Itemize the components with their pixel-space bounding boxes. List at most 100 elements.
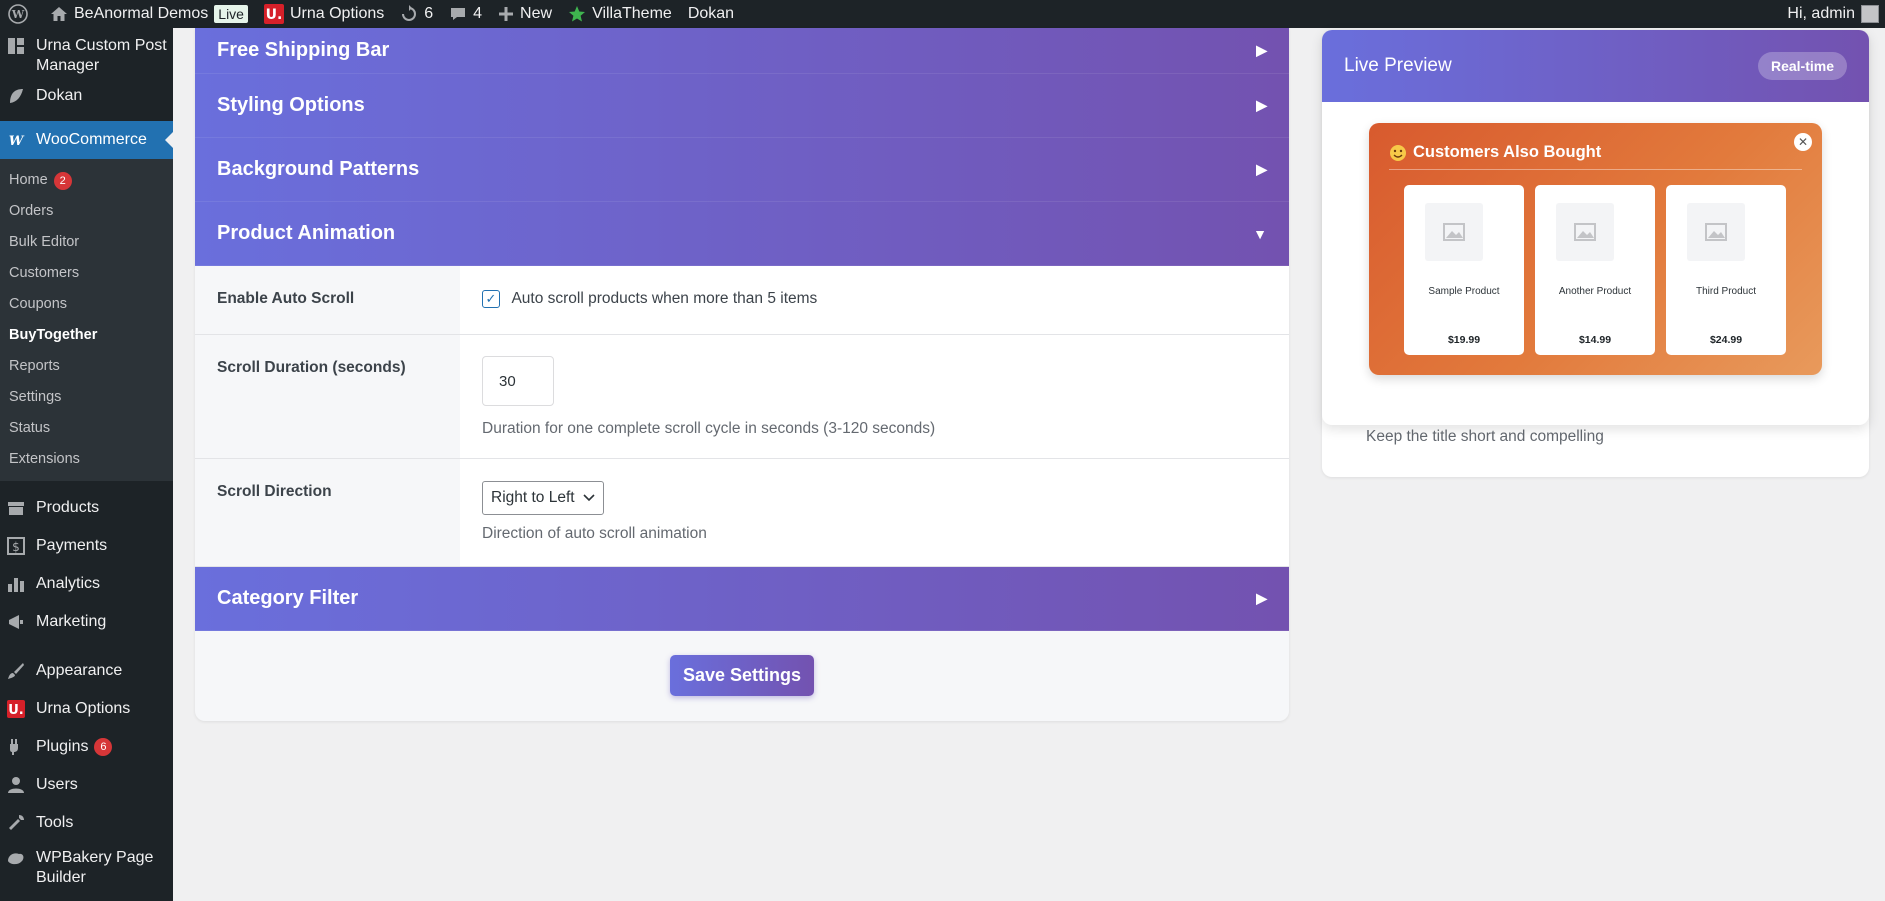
- sidebar-item-label: Products: [36, 499, 100, 516]
- submenu-item-home[interactable]: Home 2: [0, 165, 173, 196]
- title-tip: Keep the title short and compelling: [1366, 428, 1604, 445]
- sidebar-item-label: Analytics: [36, 575, 101, 592]
- sidebar-item-urna-options[interactable]: U. Urna Options: [0, 690, 173, 728]
- villatheme-label: VillaTheme: [592, 5, 672, 22]
- product-name: Sample Product: [1428, 286, 1500, 297]
- field-description: Direction of auto scroll animation: [482, 525, 707, 542]
- star-icon: [568, 5, 586, 23]
- submenu-item-settings[interactable]: Settings: [0, 382, 173, 413]
- submenu-item-coupons[interactable]: Coupons: [0, 289, 173, 320]
- updates-menu[interactable]: 6: [392, 0, 441, 28]
- product-price: $24.99: [1709, 334, 1743, 346]
- megaphone-icon: [6, 612, 26, 632]
- dokan-menu[interactable]: Dokan: [680, 0, 742, 28]
- submenu-label: BuyTogether: [9, 327, 98, 343]
- svg-text:W: W: [9, 134, 25, 147]
- sidebar-item-woocommerce[interactable]: W WooCommerce: [0, 121, 174, 159]
- submenu-item-bulk-editor[interactable]: Bulk Editor: [0, 227, 173, 258]
- submenu-item-status[interactable]: Status: [0, 413, 173, 444]
- chevron-down-icon: [583, 489, 595, 507]
- auto-scroll-checkbox[interactable]: ✓: [482, 290, 500, 308]
- popup-title-text: Customers Also Bought: [1413, 143, 1602, 161]
- triangle-right-icon: ▶: [1256, 161, 1267, 177]
- submenu-item-orders[interactable]: Orders: [0, 196, 173, 227]
- plus-icon: [498, 6, 514, 22]
- sidebar-item-plugins[interactable]: Plugins 6: [0, 728, 173, 766]
- sidebar-item-urna-custom-post-manager[interactable]: Urna Custom Post Manager: [0, 28, 173, 78]
- submenu-item-reports[interactable]: Reports: [0, 351, 173, 382]
- urna-icon: U.: [6, 699, 26, 719]
- sidebar-item-appearance[interactable]: Appearance: [0, 652, 173, 690]
- section-header-product-animation[interactable]: Product Animation ▼: [195, 202, 1289, 266]
- section-header-background-patterns[interactable]: Background Patterns ▶: [195, 138, 1289, 202]
- new-content-menu[interactable]: New: [490, 0, 560, 28]
- my-account-menu[interactable]: Hi, admin: [1787, 5, 1885, 23]
- section-title: Styling Options: [217, 94, 365, 116]
- popup-divider: [1389, 169, 1802, 170]
- account-greeting: Hi, admin: [1787, 5, 1855, 22]
- user-icon: [6, 775, 26, 795]
- setting-field: Right to Left Direction of auto scroll a…: [460, 459, 1289, 566]
- section-header-free-shipping-bar[interactable]: Free Shipping Bar ▶: [195, 28, 1289, 74]
- setting-field: ✓ Auto scroll products when more than 5 …: [460, 266, 1289, 334]
- popup-title: Customers Also Bought: [1389, 143, 1601, 162]
- setting-row-scroll-duration: Scroll Duration (seconds) 30 Duration fo…: [195, 335, 1289, 459]
- live-badge: Live: [214, 5, 248, 23]
- sidebar-item-marketing[interactable]: Marketing: [0, 603, 173, 641]
- sidebar-item-payments[interactable]: $ Payments: [0, 527, 173, 565]
- section-header-styling-options[interactable]: Styling Options ▶: [195, 74, 1289, 138]
- submenu-label: Reports: [9, 358, 60, 374]
- product-card[interactable]: Sample Product $19.99: [1404, 185, 1524, 355]
- submenu-item-customers[interactable]: Customers: [0, 258, 173, 289]
- submenu-label: Status: [9, 420, 51, 436]
- sidebar-item-products[interactable]: Products: [0, 489, 173, 527]
- triangle-right-icon: ▶: [1256, 97, 1267, 113]
- submenu-item-extensions[interactable]: Extensions: [0, 444, 173, 475]
- close-icon[interactable]: ✕: [1794, 133, 1812, 151]
- site-name-menu[interactable]: BeAnormal Demos Live: [42, 0, 256, 28]
- sidebar-item-dokan[interactable]: Dokan: [0, 78, 173, 118]
- scroll-direction-select[interactable]: Right to Left: [482, 481, 604, 515]
- submenu-item-buytogether[interactable]: BuyTogether: [0, 320, 173, 351]
- paintbrush-icon: [6, 661, 26, 681]
- sidebar-item-tools[interactable]: Tools: [0, 804, 173, 842]
- product-card[interactable]: Third Product $24.99: [1666, 185, 1786, 355]
- product-cards: Sample Product $19.99 Another Product $1…: [1404, 185, 1786, 355]
- sidebar-item-analytics[interactable]: Analytics: [0, 565, 173, 603]
- comments-count: 4: [473, 5, 483, 22]
- image-placeholder-icon: [1425, 203, 1483, 261]
- save-settings-button[interactable]: Save Settings: [669, 655, 815, 696]
- home-icon: [50, 5, 68, 23]
- popup-preview: Customers Also Bought ✕ Sample Product $…: [1369, 123, 1822, 375]
- urna-icon: U.: [263, 4, 284, 24]
- sidebar-item-label: Users: [36, 776, 78, 793]
- sidebar-item-label: WPBakery Page Builder: [36, 849, 154, 886]
- wordpress-icon: W: [8, 4, 28, 24]
- select-value: Right to Left: [491, 489, 575, 506]
- admin-bar: W BeAnormal Demos Live U. Urna Options 6…: [0, 0, 1885, 28]
- dokan-icon: [6, 86, 26, 106]
- scroll-duration-input[interactable]: 30: [482, 356, 554, 406]
- woocommerce-submenu: Home 2 Orders Bulk Editor Customers Coup…: [0, 159, 173, 481]
- svg-text:W: W: [11, 8, 25, 21]
- grid-icon: [6, 36, 26, 56]
- realtime-badge: Real-time: [1757, 52, 1847, 80]
- submenu-label: Coupons: [9, 296, 68, 312]
- submenu-label: Customers: [9, 265, 80, 281]
- sidebar-item-label: WooCommerce: [36, 131, 147, 148]
- product-price: $19.99: [1447, 334, 1481, 346]
- sidebar-item-users[interactable]: Users: [0, 766, 173, 804]
- urna-options-menu[interactable]: U. Urna Options: [256, 0, 392, 28]
- sidebar-item-label: Urna Custom Post Manager: [36, 37, 167, 74]
- villatheme-menu[interactable]: VillaTheme: [560, 0, 680, 28]
- section-header-category-filter[interactable]: Category Filter ▶: [195, 567, 1289, 631]
- live-preview-panel: Keep the title short and compelling Live…: [1322, 30, 1869, 477]
- sidebar-item-wpbakery[interactable]: WPBakery Page Builder: [0, 842, 173, 892]
- product-card[interactable]: Another Product $14.99: [1535, 185, 1655, 355]
- updates-icon: [400, 5, 418, 23]
- svg-text:U.: U.: [266, 7, 283, 23]
- wp-logo-menu[interactable]: W: [0, 0, 42, 28]
- section-title: Category Filter: [217, 587, 359, 609]
- save-area: Save Settings: [195, 631, 1289, 696]
- comments-menu[interactable]: 4: [441, 0, 490, 28]
